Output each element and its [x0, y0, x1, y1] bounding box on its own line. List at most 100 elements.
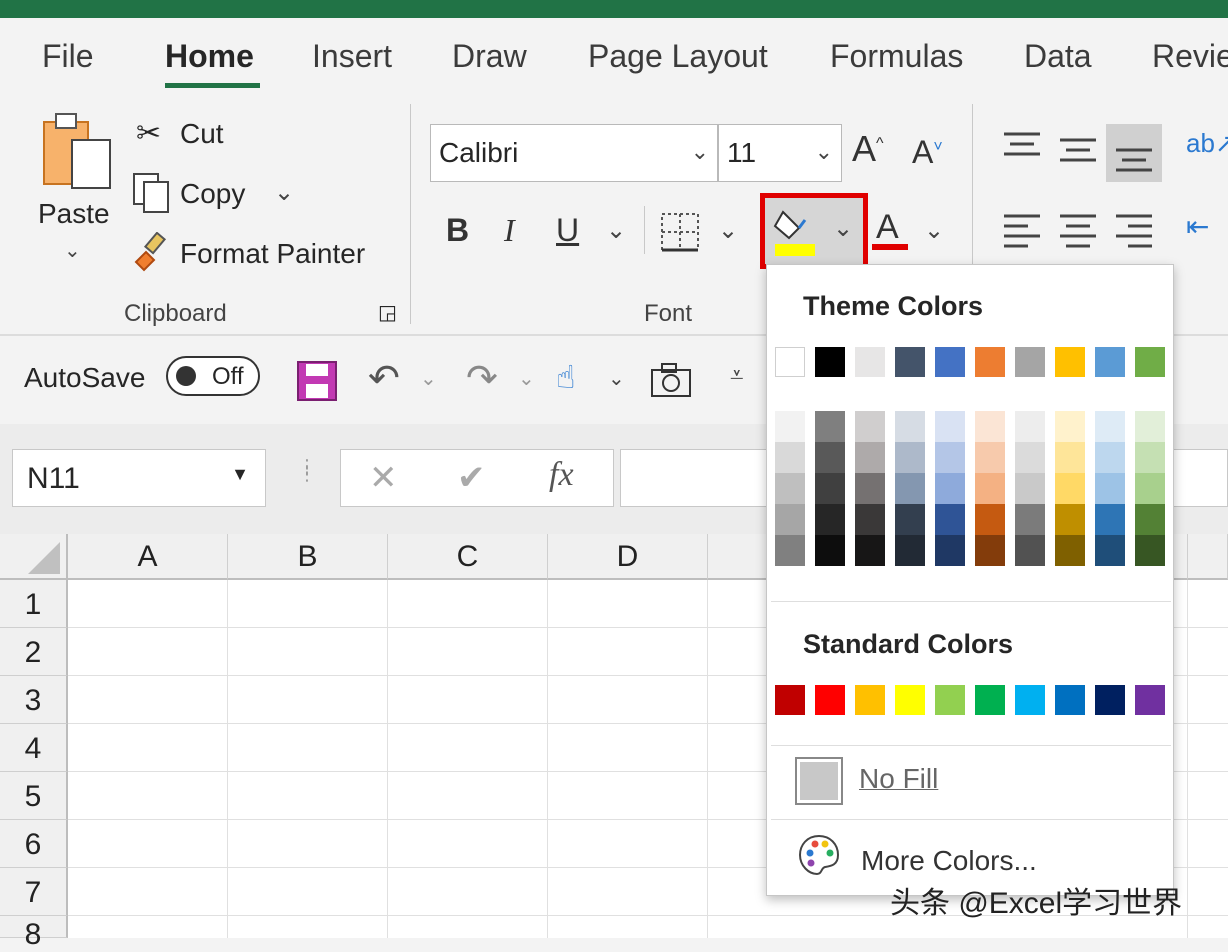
standard-color-swatch[interactable]	[1055, 685, 1085, 715]
tab-formulas[interactable]: Formulas	[830, 38, 963, 75]
touch-mode-icon[interactable]: ☝	[556, 358, 575, 396]
row-header-2[interactable]: 2	[0, 628, 68, 676]
theme-shade-swatch[interactable]	[975, 504, 1005, 535]
row-header-8[interactable]: 8	[0, 916, 68, 951]
theme-shade-swatch[interactable]	[1135, 535, 1165, 566]
theme-shade-swatch[interactable]	[815, 411, 845, 442]
fill-color-button[interactable]: ⌄	[760, 193, 868, 269]
standard-color-swatch[interactable]	[1095, 685, 1125, 715]
theme-shade-swatch[interactable]	[1055, 473, 1085, 504]
save-icon[interactable]	[296, 360, 338, 402]
font-name-dropdown-icon[interactable]: ⌄	[691, 139, 709, 165]
enter-icon[interactable]: ✔	[457, 458, 486, 498]
theme-shade-swatch[interactable]	[815, 535, 845, 566]
theme-shade-swatch[interactable]	[1015, 411, 1045, 442]
tab-draw[interactable]: Draw	[452, 38, 527, 75]
format-painter-button[interactable]: Format Painter	[180, 238, 365, 270]
theme-shade-swatch[interactable]	[895, 535, 925, 566]
theme-shade-swatch[interactable]	[1015, 473, 1045, 504]
camera-icon[interactable]	[650, 362, 692, 398]
standard-color-swatch[interactable]	[895, 685, 925, 715]
theme-shade-swatch[interactable]	[1015, 442, 1045, 473]
theme-shade-swatch[interactable]	[935, 442, 965, 473]
decrease-font-icon[interactable]: A˅	[912, 134, 943, 171]
row-header-5[interactable]: 5	[0, 772, 68, 820]
row-header-6[interactable]: 6	[0, 820, 68, 868]
standard-color-swatch[interactable]	[775, 685, 805, 715]
theme-color-swatch[interactable]	[1015, 347, 1045, 377]
theme-shade-swatch[interactable]	[1095, 442, 1125, 473]
font-size-box[interactable]: 11 ⌄	[718, 124, 842, 182]
theme-shade-swatch[interactable]	[935, 504, 965, 535]
font-name-box[interactable]: Calibri ⌄	[430, 124, 718, 182]
standard-color-swatch[interactable]	[1015, 685, 1045, 715]
align-top-icon[interactable]	[1002, 130, 1042, 164]
theme-shade-swatch[interactable]	[1055, 411, 1085, 442]
theme-shade-swatch[interactable]	[815, 473, 845, 504]
theme-shade-swatch[interactable]	[1135, 473, 1165, 504]
standard-color-swatch[interactable]	[855, 685, 885, 715]
tab-page-layout[interactable]: Page Layout	[588, 38, 768, 75]
align-center-icon[interactable]	[1058, 212, 1098, 250]
theme-shade-swatch[interactable]	[775, 442, 805, 473]
theme-color-swatch[interactable]	[855, 347, 885, 377]
tab-insert[interactable]: Insert	[312, 38, 392, 75]
theme-shade-swatch[interactable]	[895, 473, 925, 504]
theme-color-swatch[interactable]	[935, 347, 965, 377]
underline-dropdown-icon[interactable]: ⌄	[606, 216, 626, 245]
paste-button[interactable]: Paste ⌄	[30, 110, 116, 270]
copy-button[interactable]: Copy	[180, 178, 245, 210]
tab-home[interactable]: Home	[165, 38, 254, 75]
resize-handle-icon[interactable]: ⋮ ⋮	[298, 457, 316, 483]
theme-shade-swatch[interactable]	[975, 411, 1005, 442]
theme-color-swatch[interactable]	[895, 347, 925, 377]
redo-icon[interactable]: ↷	[466, 356, 498, 401]
insert-function-icon[interactable]: fx	[549, 456, 574, 494]
theme-shade-swatch[interactable]	[855, 473, 885, 504]
theme-shade-swatch[interactable]	[1135, 411, 1165, 442]
theme-shade-swatch[interactable]	[895, 442, 925, 473]
font-color-icon[interactable]: A	[876, 208, 899, 247]
cancel-icon[interactable]: ✕	[369, 458, 398, 498]
borders-icon[interactable]	[660, 212, 700, 252]
theme-shade-swatch[interactable]	[935, 411, 965, 442]
theme-shade-swatch[interactable]	[775, 411, 805, 442]
increase-font-icon[interactable]: A^	[852, 128, 884, 170]
column-header-b[interactable]: B	[228, 534, 388, 580]
theme-shade-swatch[interactable]	[775, 535, 805, 566]
theme-color-swatch[interactable]	[775, 347, 805, 377]
theme-shade-swatch[interactable]	[775, 473, 805, 504]
theme-shade-swatch[interactable]	[1015, 504, 1045, 535]
theme-shade-swatch[interactable]	[1095, 473, 1125, 504]
theme-color-swatch[interactable]	[1055, 347, 1085, 377]
align-left-icon[interactable]	[1002, 212, 1042, 250]
tab-file[interactable]: File	[42, 38, 94, 75]
theme-shade-swatch[interactable]	[815, 442, 845, 473]
theme-color-swatch[interactable]	[1135, 347, 1165, 377]
decrease-indent-icon[interactable]: ⇤	[1186, 210, 1209, 243]
undo-dropdown-icon[interactable]: ⌄	[420, 366, 437, 391]
align-bottom-button[interactable]	[1106, 124, 1162, 182]
theme-shade-swatch[interactable]	[855, 442, 885, 473]
font-color-dropdown-icon[interactable]: ⌄	[924, 216, 944, 245]
underline-icon[interactable]: U	[556, 212, 579, 249]
paste-dropdown-icon[interactable]: ⌄	[64, 238, 81, 263]
name-box[interactable]: N11 ▼	[12, 449, 266, 507]
customize-qat-icon[interactable]: ⩡	[730, 362, 744, 390]
redo-dropdown-icon[interactable]: ⌄	[518, 366, 535, 391]
theme-shade-swatch[interactable]	[935, 535, 965, 566]
orientation-icon[interactable]: ab↗	[1186, 128, 1228, 159]
theme-shade-swatch[interactable]	[855, 535, 885, 566]
theme-color-swatch[interactable]	[975, 347, 1005, 377]
row-header-4[interactable]: 4	[0, 724, 68, 772]
clipboard-launcher-icon[interactable]: ◲	[378, 300, 397, 325]
tab-review[interactable]: Revie	[1152, 38, 1228, 75]
theme-shade-swatch[interactable]	[935, 473, 965, 504]
tab-data[interactable]: Data	[1024, 38, 1092, 75]
no-fill-item[interactable]: No Fill	[771, 749, 1171, 817]
row-header-7[interactable]: 7	[0, 868, 68, 916]
theme-shade-swatch[interactable]	[855, 411, 885, 442]
theme-shade-swatch[interactable]	[1095, 504, 1125, 535]
theme-shade-swatch[interactable]	[1055, 504, 1085, 535]
theme-color-swatch[interactable]	[815, 347, 845, 377]
